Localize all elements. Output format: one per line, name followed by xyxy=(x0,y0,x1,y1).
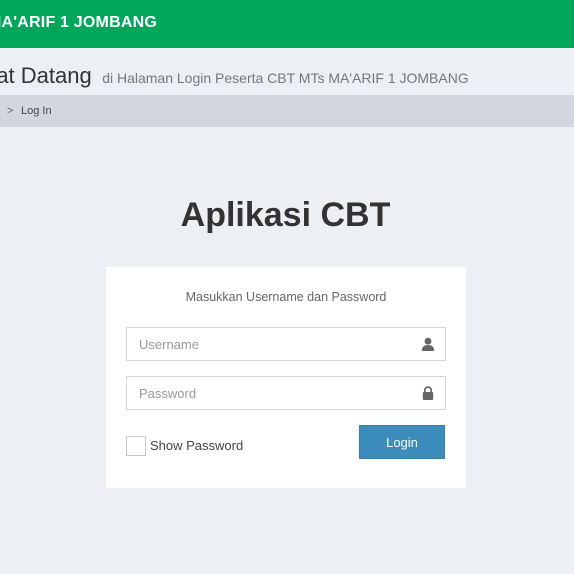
login-message: Masukkan Username dan Password xyxy=(185,290,387,304)
username-input[interactable] xyxy=(127,328,445,360)
welcome-subtitle: di Halaman Login Peserta CBT MTs MA'ARIF… xyxy=(102,70,469,86)
user-icon xyxy=(421,337,435,351)
show-password-label[interactable]: Show Password xyxy=(150,438,243,453)
site-title[interactable]: MA'ARIF 1 JOMBANG xyxy=(0,14,157,32)
welcome-title: mat Datang xyxy=(0,63,92,88)
username-field xyxy=(126,327,446,361)
show-password-checkbox[interactable] xyxy=(126,436,146,456)
breadcrumb-separator: > xyxy=(7,105,14,117)
top-header-bar: MA'ARIF 1 JOMBANG xyxy=(0,0,574,48)
app-title: Aplikasi CBT xyxy=(180,196,391,234)
password-field xyxy=(126,376,446,410)
breadcrumb: > Log In xyxy=(0,95,574,127)
welcome-heading: mat Datang di Halaman Login Peserta CBT … xyxy=(0,63,469,89)
breadcrumb-current: Log In xyxy=(21,105,52,117)
login-box: Masukkan Username dan Password Show Pass… xyxy=(106,267,466,488)
lock-icon xyxy=(422,386,434,400)
password-input[interactable] xyxy=(127,377,445,409)
login-button[interactable]: Login xyxy=(359,425,445,459)
